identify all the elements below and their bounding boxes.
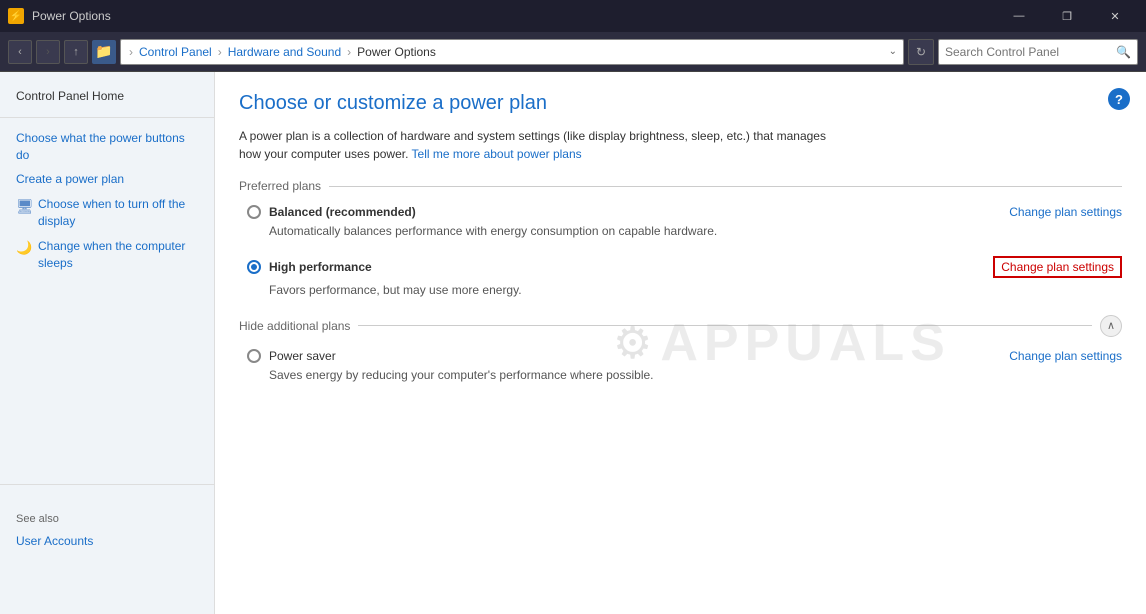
nav-bar: ‹ › ↑ 📁 › Control Panel › Hardware and S… <box>0 32 1146 72</box>
plan-power-saver-radio[interactable] <box>247 349 261 363</box>
sidebar-label-turn-off-display: Choose when to turn off the display <box>38 196 198 230</box>
content-description: A power plan is a collection of hardware… <box>239 127 829 163</box>
sidebar-label-sleep-settings: Change when the computer sleeps <box>38 238 198 272</box>
plan-high-performance-change-link[interactable]: Change plan settings <box>993 256 1122 278</box>
sleep-icon: 🌙 <box>16 239 32 255</box>
plan-high-performance: High performance Change plan settings Fa… <box>239 256 1122 299</box>
address-sep1: › <box>129 45 133 59</box>
preferred-plans-line <box>329 186 1122 187</box>
learn-more-link[interactable]: Tell me more about power plans <box>412 147 582 161</box>
maximize-button[interactable]: ❐ <box>1044 0 1090 32</box>
refresh-button[interactable]: ↻ <box>908 39 934 65</box>
additional-plans-label: Hide additional plans <box>239 319 350 333</box>
sidebar-divider-1 <box>0 117 214 118</box>
sidebar-home-label: Control Panel Home <box>16 88 124 105</box>
content-area: ? Choose or customize a power plan A pow… <box>215 72 1146 614</box>
sidebar-item-choose-power-buttons[interactable]: Choose what the power buttons do <box>0 126 214 168</box>
close-button[interactable]: ✕ <box>1092 0 1138 32</box>
title-bar-left: ⚡ Power Options <box>8 8 111 24</box>
plan-power-saver: Power saver Change plan settings Saves e… <box>239 349 1122 384</box>
address-hardware-sound[interactable]: Hardware and Sound <box>228 45 341 59</box>
search-bar: 🔍 <box>938 39 1138 65</box>
plan-high-performance-name: High performance <box>269 260 372 274</box>
sidebar-item-turn-off-display[interactable]: 🖥 Choose when to turn off the display <box>0 192 214 234</box>
plan-balanced-description: Automatically balances performance with … <box>269 223 1122 240</box>
sidebar-see-also-title: See also <box>0 493 215 529</box>
search-icon[interactable]: 🔍 <box>1116 45 1131 59</box>
address-bar: › Control Panel › Hardware and Sound › P… <box>120 39 904 65</box>
plan-high-performance-description: Favors performance, but may use more ene… <box>269 282 1122 299</box>
plan-power-saver-name: Power saver <box>269 349 336 363</box>
sidebar-label-user-accounts: User Accounts <box>16 533 93 550</box>
plan-balanced-name: Balanced (recommended) <box>269 205 416 219</box>
plan-power-saver-label[interactable]: Power saver <box>247 349 336 363</box>
title-bar: ⚡ Power Options — ❐ ✕ <box>0 0 1146 32</box>
sidebar-label-create-power-plan: Create a power plan <box>16 171 124 188</box>
title-bar-title: Power Options <box>32 9 111 23</box>
address-sep2: › <box>218 45 222 59</box>
search-input[interactable] <box>945 45 1112 59</box>
sidebar-label-choose-power-buttons: Choose what the power buttons do <box>16 130 198 164</box>
additional-plans-chevron[interactable]: ∧ <box>1100 315 1122 337</box>
plan-balanced: Balanced (recommended) Change plan setti… <box>239 205 1122 240</box>
plan-power-saver-description: Saves energy by reducing your computer's… <box>269 367 1122 384</box>
plan-balanced-header: Balanced (recommended) Change plan setti… <box>247 205 1122 219</box>
sidebar-item-create-power-plan[interactable]: Create a power plan <box>0 167 214 192</box>
power-options-icon: ⚡ <box>8 8 24 24</box>
plan-power-saver-header: Power saver Change plan settings <box>247 349 1122 363</box>
sidebar: Control Panel Home Choose what the power… <box>0 72 215 614</box>
up-button[interactable]: ↑ <box>64 40 88 64</box>
sidebar-home[interactable]: Control Panel Home <box>0 84 214 109</box>
folder-icon: 📁 <box>92 40 116 64</box>
main-container: Control Panel Home Choose what the power… <box>0 72 1146 614</box>
sidebar-item-sleep-settings[interactable]: 🌙 Change when the computer sleeps <box>0 234 214 276</box>
plan-balanced-label[interactable]: Balanced (recommended) <box>247 205 416 219</box>
help-button[interactable]: ? <box>1108 88 1130 110</box>
preferred-plans-header: Preferred plans <box>239 179 1122 193</box>
address-dropdown[interactable]: ⌄ <box>889 46 897 57</box>
sidebar-divider-2 <box>0 484 215 485</box>
plan-power-saver-change-link[interactable]: Change plan settings <box>1009 349 1122 363</box>
plan-high-performance-label[interactable]: High performance <box>247 260 372 274</box>
sidebar-see-also: See also User Accounts <box>0 476 215 554</box>
additional-plans-header: Hide additional plans ∧ <box>239 315 1122 337</box>
address-control-panel[interactable]: Control Panel <box>139 45 212 59</box>
preferred-plans-label: Preferred plans <box>239 179 321 193</box>
plan-balanced-change-link[interactable]: Change plan settings <box>1009 205 1122 219</box>
address-sep3: › <box>347 45 351 59</box>
address-power-options: Power Options <box>357 45 436 59</box>
minimize-button[interactable]: — <box>996 0 1042 32</box>
plan-high-performance-header: High performance Change plan settings <box>247 256 1122 278</box>
monitor-icon: 🖥 <box>16 197 32 213</box>
sidebar-item-user-accounts[interactable]: User Accounts <box>0 529 215 554</box>
page-title: Choose or customize a power plan <box>239 92 1122 115</box>
forward-button[interactable]: › <box>36 40 60 64</box>
plan-balanced-radio[interactable] <box>247 205 261 219</box>
additional-plans-line <box>358 325 1092 326</box>
back-button[interactable]: ‹ <box>8 40 32 64</box>
title-bar-controls: — ❐ ✕ <box>996 0 1138 32</box>
plan-high-performance-radio[interactable] <box>247 260 261 274</box>
